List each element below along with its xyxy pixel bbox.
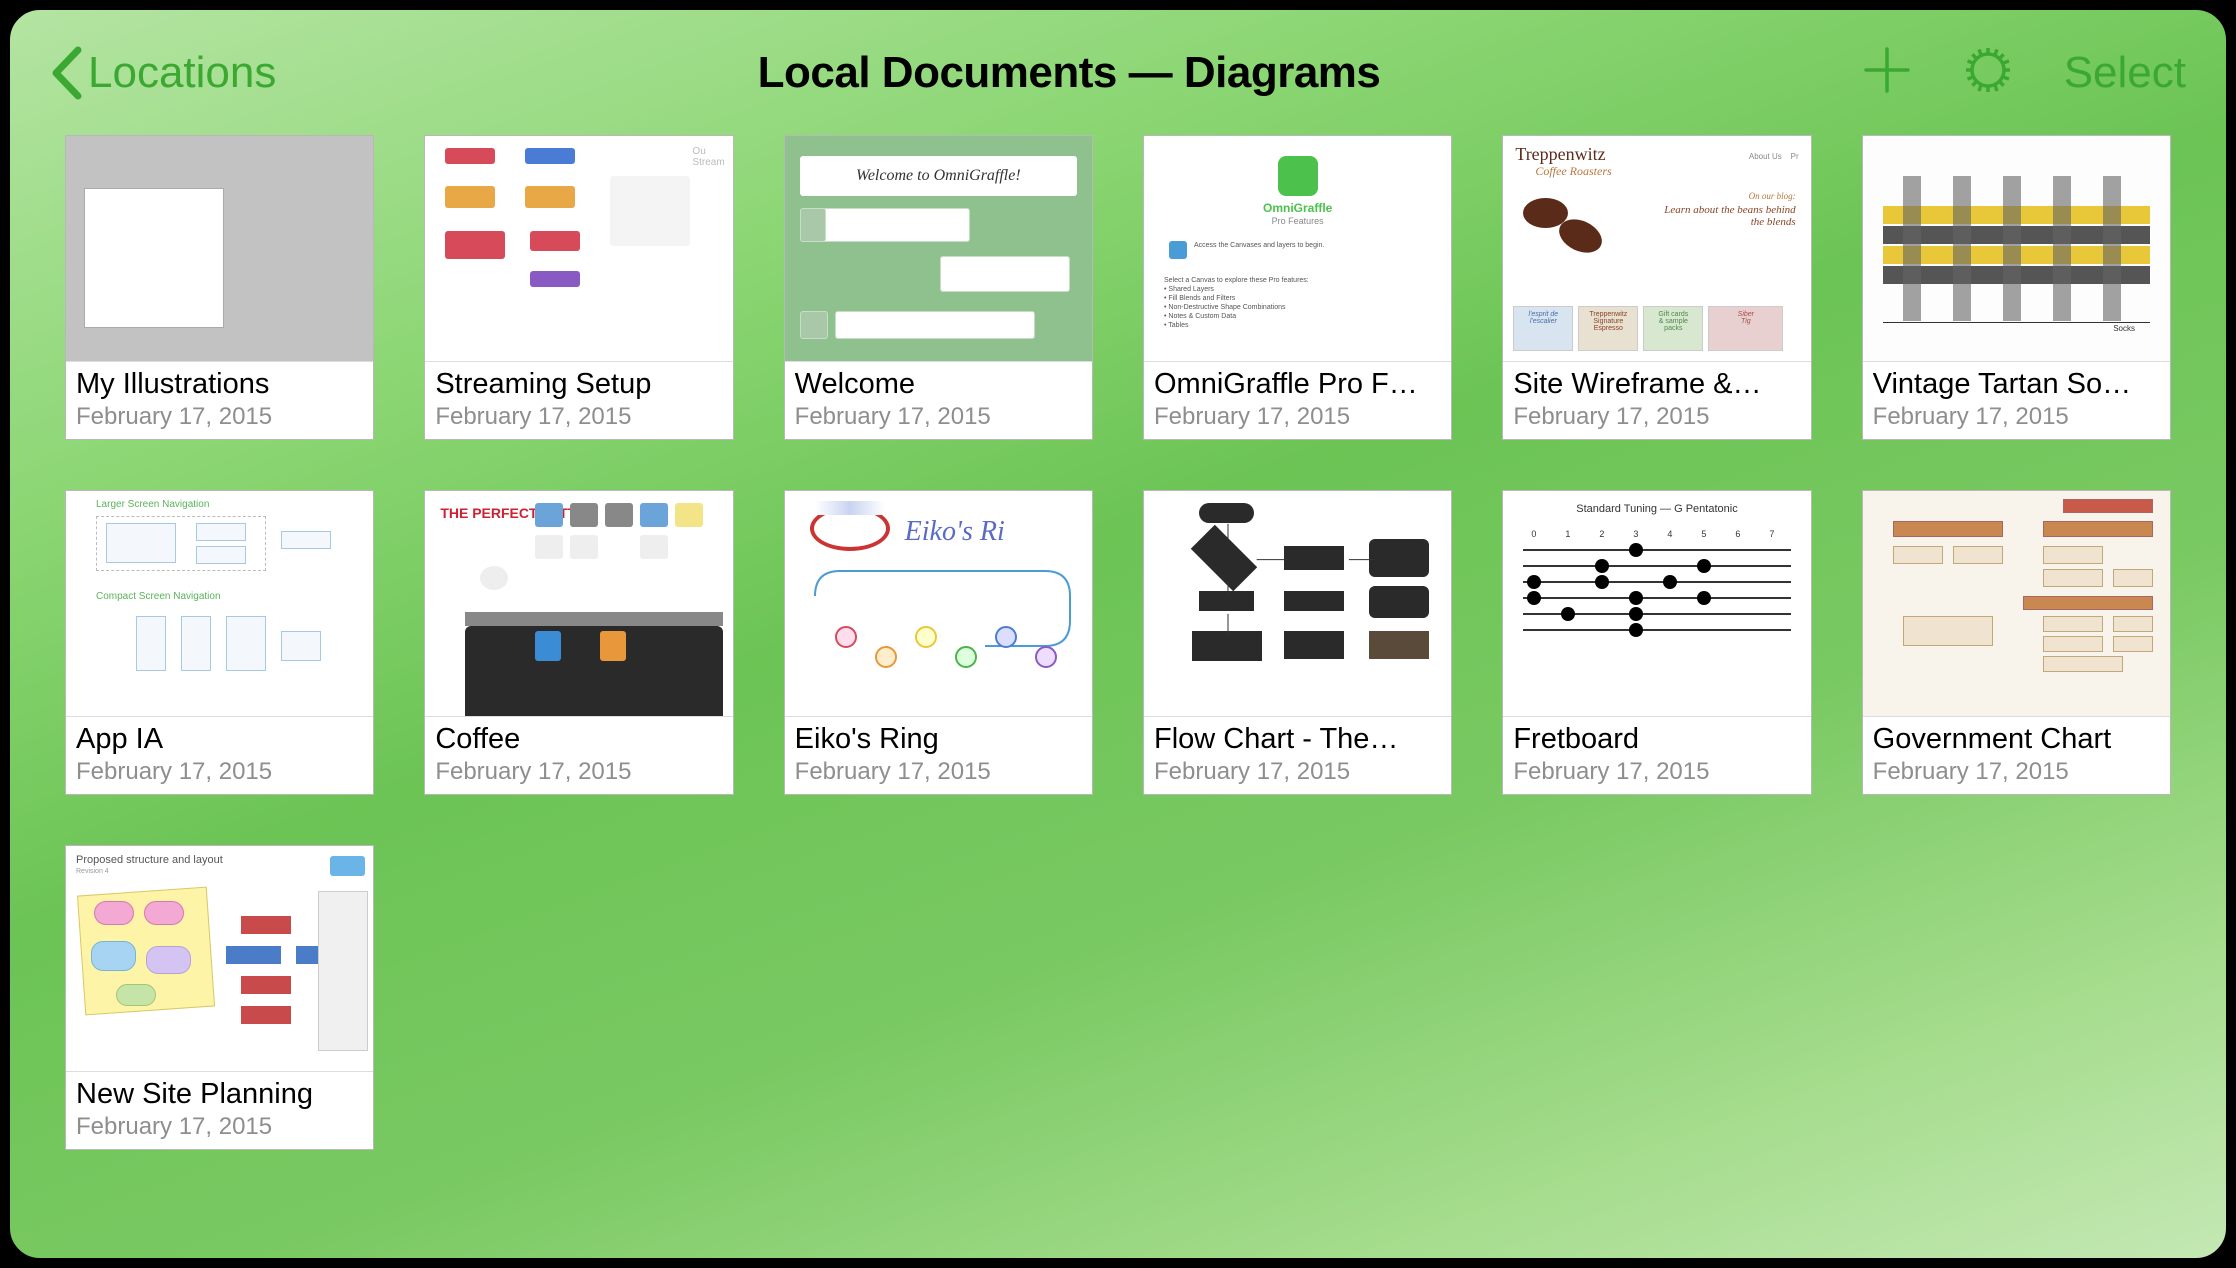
document-card[interactable]: Treppenwitz Coffee Roasters About Us Pr … <box>1502 135 1811 440</box>
document-meta: Welcome February 17, 2015 <box>785 361 1092 439</box>
document-card[interactable]: OuStream Streaming Setup February 17, 20… <box>424 135 733 440</box>
document-thumbnail: Eiko's Ri <box>785 491 1092 716</box>
document-card[interactable]: THE PERFECT LATTE Coffee <box>424 490 733 795</box>
document-date: February 17, 2015 <box>1154 403 1441 431</box>
select-label: Select <box>2064 48 2186 97</box>
thumb-lbl2: Compact Screen Navigation <box>96 591 221 602</box>
document-thumbnail: Treppenwitz Coffee Roasters About Us Pr … <box>1503 136 1810 361</box>
document-date: February 17, 2015 <box>1154 758 1441 786</box>
thumb-title: OmniGraffle <box>1144 201 1451 215</box>
document-meta: Site Wireframe &… February 17, 2015 <box>1503 361 1810 439</box>
document-card[interactable]: Standard Tuning — G Pentatonic 0 1 2 3 4… <box>1502 490 1811 795</box>
document-card[interactable]: Larger Screen Navigation Compact Screen … <box>65 490 374 795</box>
document-date: February 17, 2015 <box>1513 403 1800 431</box>
back-label: Locations <box>88 48 276 98</box>
document-name: Eiko's Ring <box>795 723 1082 756</box>
document-meta: Fretboard February 17, 2015 <box>1503 716 1810 794</box>
document-name: Government Chart <box>1873 723 2160 756</box>
document-name: Flow Chart - The… <box>1154 723 1441 756</box>
document-meta: Eiko's Ring February 17, 2015 <box>785 716 1092 794</box>
document-date: February 17, 2015 <box>435 403 722 431</box>
document-meta: Streaming Setup February 17, 2015 <box>425 361 732 439</box>
chevron-left-icon <box>50 46 84 100</box>
plus-icon <box>1862 45 1912 100</box>
document-name: OmniGraffle Pro F… <box>1154 368 1441 401</box>
add-button[interactable] <box>1862 45 1912 100</box>
document-date: February 17, 2015 <box>1873 758 2160 786</box>
document-card[interactable]: Eiko's Ri Eiko's Ring February 17, 2015 <box>784 490 1093 795</box>
document-meta: Coffee February 17, 2015 <box>425 716 732 794</box>
document-name: Fretboard <box>1513 723 1800 756</box>
document-thumbnail <box>1863 491 2170 716</box>
document-name: App IA <box>76 723 363 756</box>
thumb-sub: Coffee Roasters <box>1535 164 1611 179</box>
document-meta: Government Chart February 17, 2015 <box>1863 716 2170 794</box>
document-date: February 17, 2015 <box>795 758 1082 786</box>
thumb-sub: Pro Features <box>1144 216 1451 226</box>
thumb-blog: On our blog: <box>1749 191 1796 201</box>
document-card[interactable]: Welcome to OmniGraffle! Welcome February… <box>784 135 1093 440</box>
page-title: Local Documents — Diagrams <box>758 48 1381 97</box>
document-meta: OmniGraffle Pro F… February 17, 2015 <box>1144 361 1451 439</box>
document-meta: App IA February 17, 2015 <box>66 716 373 794</box>
document-date: February 17, 2015 <box>1873 403 2160 431</box>
document-date: February 17, 2015 <box>435 758 722 786</box>
document-grid: My Illustrations February 17, 2015 OuStr… <box>65 135 2171 1150</box>
document-thumbnail <box>1144 491 1451 716</box>
document-card[interactable]: Socks Vintage Tartan So… February 17, 20… <box>1862 135 2171 440</box>
document-meta: My Illustrations February 17, 2015 <box>66 361 373 439</box>
document-name: My Illustrations <box>76 368 363 401</box>
document-card[interactable]: My Illustrations February 17, 2015 <box>65 135 374 440</box>
document-thumbnail: Larger Screen Navigation Compact Screen … <box>66 491 373 716</box>
document-meta: New Site Planning February 17, 2015 <box>66 1071 373 1149</box>
app-frame: Locations Local Documents — Diagrams <box>0 0 2236 1268</box>
document-card[interactable]: Proposed structure and layout Revision 4 <box>65 845 374 1150</box>
document-card[interactable]: OmniGraffle Pro Features Access the Canv… <box>1143 135 1452 440</box>
gear-icon <box>1960 42 2016 103</box>
document-card[interactable]: Flow Chart - The… February 17, 2015 <box>1143 490 1452 795</box>
document-name: Streaming Setup <box>435 368 722 401</box>
document-date: February 17, 2015 <box>76 758 363 786</box>
document-meta: Flow Chart - The… February 17, 2015 <box>1144 716 1451 794</box>
document-date: February 17, 2015 <box>76 403 363 431</box>
document-thumbnail: Standard Tuning — G Pentatonic 0 1 2 3 4… <box>1503 491 1810 716</box>
document-date: February 17, 2015 <box>795 403 1082 431</box>
document-thumbnail: OuStream <box>425 136 732 361</box>
toolbar: Locations Local Documents — Diagrams <box>10 10 2226 135</box>
back-button[interactable]: Locations <box>50 46 276 100</box>
document-name: Coffee <box>435 723 722 756</box>
document-card[interactable]: Government Chart February 17, 2015 <box>1862 490 2171 795</box>
toolbar-actions: Select <box>1862 42 2186 103</box>
thumb-title: Eiko's Ri <box>905 516 1005 548</box>
document-name: Vintage Tartan So… <box>1873 368 2160 401</box>
thumb-banner: Welcome to OmniGraffle! <box>800 156 1077 196</box>
settings-button[interactable] <box>1960 42 2016 103</box>
document-date: February 17, 2015 <box>76 1113 363 1141</box>
thumb-lbl1: Larger Screen Navigation <box>96 499 209 510</box>
document-thumbnail: THE PERFECT LATTE <box>425 491 732 716</box>
document-thumbnail: Socks <box>1863 136 2170 361</box>
thumb-title: Treppenwitz <box>1515 144 1605 165</box>
document-thumbnail: OmniGraffle Pro Features Access the Canv… <box>1144 136 1451 361</box>
thumb-title: THE PERFECT LATTE <box>440 506 585 521</box>
title-container: Local Documents — Diagrams <box>284 48 1853 98</box>
document-thumbnail <box>66 136 373 361</box>
select-button[interactable]: Select <box>2064 48 2186 98</box>
thumb-blog2: Learn about the beans behind the blends <box>1656 204 1796 228</box>
document-meta: Vintage Tartan So… February 17, 2015 <box>1863 361 2170 439</box>
document-name: Welcome <box>795 368 1082 401</box>
document-name: New Site Planning <box>76 1078 363 1111</box>
document-thumbnail: Proposed structure and layout Revision 4 <box>66 846 373 1071</box>
document-thumbnail: Welcome to OmniGraffle! <box>785 136 1092 361</box>
document-date: February 17, 2015 <box>1513 758 1800 786</box>
thumb-title: Standard Tuning — G Pentatonic <box>1503 503 1810 515</box>
document-name: Site Wireframe &… <box>1513 368 1800 401</box>
thumb-sub: Revision 4 <box>76 868 109 875</box>
document-grid-container[interactable]: My Illustrations February 17, 2015 OuStr… <box>10 135 2226 1258</box>
thumb-title: Proposed structure and layout <box>76 854 223 866</box>
